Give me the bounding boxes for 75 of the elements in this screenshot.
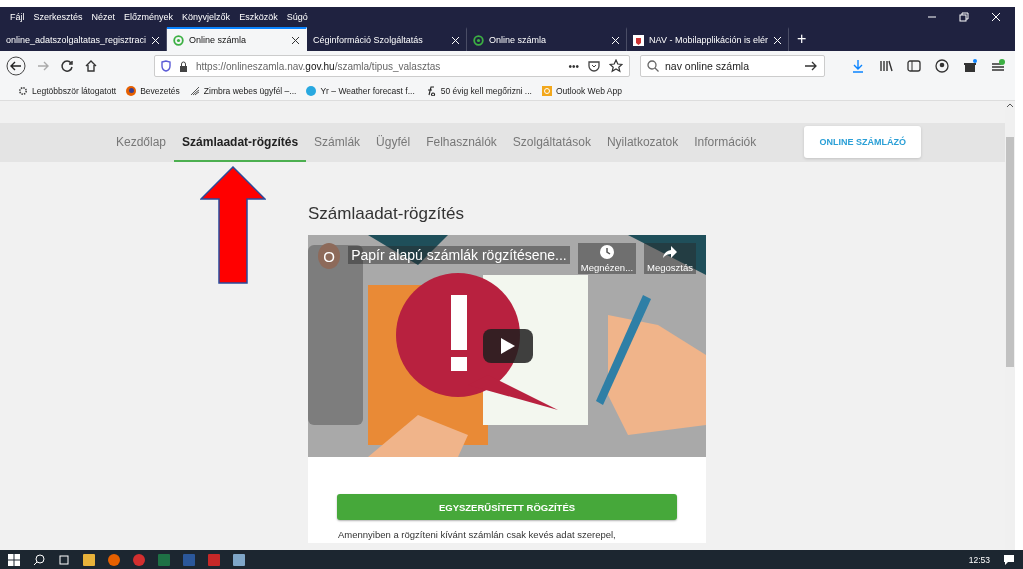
bookmark[interactable]: 50 évig kell megőrizni ... xyxy=(424,85,532,96)
opera-icon[interactable] xyxy=(133,553,145,566)
address-bar[interactable]: https://onlineszamla.nav.gov.hu/szamla/tipus_valasztas ••• xyxy=(154,55,630,77)
browser-icon[interactable] xyxy=(108,553,120,566)
menu-icon[interactable] xyxy=(991,59,1005,73)
site-icon xyxy=(173,34,185,46)
nav-link[interactable]: Számlák xyxy=(306,123,369,162)
video-player[interactable]: O Papír alapú számlák rögzítésene... Megnézen... Megosztás xyxy=(308,235,706,457)
app-icon[interactable] xyxy=(233,553,245,566)
site-icon xyxy=(633,34,645,46)
nav-link[interactable]: Számlaadat-rögzítés xyxy=(174,123,307,162)
play-button[interactable] xyxy=(483,329,533,363)
share-icon xyxy=(662,244,679,260)
back-icon[interactable] xyxy=(6,56,26,76)
star-icon[interactable] xyxy=(609,59,623,73)
menu-item[interactable]: Könyvjelzők xyxy=(182,12,231,22)
page-actions-button[interactable]: ••• xyxy=(568,60,579,72)
menu-item[interactable]: Fájl xyxy=(10,12,25,22)
menu-item[interactable]: Szerkesztés xyxy=(33,12,83,22)
scrollbar-thumb[interactable] xyxy=(1006,137,1014,367)
play-icon xyxy=(501,338,515,354)
arrow-right-icon[interactable] xyxy=(804,59,818,73)
library-icon[interactable] xyxy=(879,59,893,73)
gift-icon[interactable] xyxy=(963,59,977,73)
notifications-icon[interactable] xyxy=(1003,553,1015,566)
search-field[interactable]: nav online számla xyxy=(640,55,825,77)
url-text: https://onlineszamla.nav.gov.hu/szamla/tipus_valasztas xyxy=(196,60,442,72)
reload-icon[interactable] xyxy=(60,59,74,73)
menu-item[interactable]: Súgó xyxy=(286,12,308,22)
nav-link[interactable]: Felhasználók xyxy=(418,123,505,162)
site-icon xyxy=(473,34,485,46)
folder-icon[interactable] xyxy=(83,553,95,566)
pocket-icon[interactable] xyxy=(587,59,601,73)
account-icon[interactable] xyxy=(935,59,949,73)
search-text: nav online számla xyxy=(665,60,751,72)
new-tab-button[interactable]: + xyxy=(789,30,815,48)
bookmark[interactable]: Outlook Web App xyxy=(541,85,622,96)
menu-item[interactable]: Előzmények xyxy=(124,12,174,22)
nav-link[interactable]: Nyilatkozatok xyxy=(598,123,687,162)
watch-later-button[interactable]: Megnézen... xyxy=(577,243,637,274)
clock-text[interactable]: 12:53 xyxy=(968,554,990,565)
lock-icon[interactable] xyxy=(179,60,188,72)
spreadsheet-icon[interactable] xyxy=(158,553,170,566)
gear-icon xyxy=(18,85,28,96)
home-icon[interactable] xyxy=(84,59,98,73)
task-view-icon[interactable] xyxy=(58,553,70,566)
pdf-icon[interactable] xyxy=(208,553,220,566)
weather-icon xyxy=(306,85,317,96)
menu-item[interactable]: Eszközök xyxy=(239,12,278,22)
windows-start-icon[interactable] xyxy=(8,553,20,566)
bookmark[interactable]: Bevezetés xyxy=(126,85,180,96)
nav-link[interactable]: Ügyfél xyxy=(368,123,419,162)
scroll-up-icon[interactable] xyxy=(1006,101,1014,109)
page-heading: Számlaadat-rögzítés xyxy=(308,204,465,224)
bookmark[interactable]: Yr – Weather forecast f... xyxy=(306,85,415,96)
shield-icon[interactable] xyxy=(161,60,171,72)
sidebar-icon[interactable] xyxy=(907,59,921,73)
restore-icon[interactable] xyxy=(959,12,969,22)
nav-link[interactable]: Információk xyxy=(686,123,765,162)
mail-app-icon xyxy=(541,85,552,96)
menu-item[interactable]: Nézet xyxy=(91,12,116,22)
description-text: Amennyiben a rögzíteni kívánt számlán csak kevés adat szerepel, xyxy=(338,529,616,540)
bookmark[interactable]: Zimbra webes ügyfél –... xyxy=(189,85,297,96)
browser-tab[interactable]: Online számla xyxy=(167,27,308,51)
clock-icon xyxy=(598,244,615,260)
close-icon[interactable] xyxy=(291,35,301,45)
browser-icon xyxy=(126,85,137,96)
search-icon[interactable] xyxy=(33,553,45,566)
bookmark[interactable]: Legtöbbször látogatott xyxy=(18,85,117,96)
download-icon[interactable] xyxy=(851,59,865,73)
share-button[interactable]: Megosztás xyxy=(644,243,696,274)
zimbra-icon xyxy=(189,85,200,96)
video-title[interactable]: Papír alapú számlák rögzítésene... xyxy=(348,246,570,264)
nav-link[interactable]: Szolgáltatások xyxy=(504,123,599,162)
nav-link[interactable]: Kezdőlap xyxy=(108,123,175,162)
